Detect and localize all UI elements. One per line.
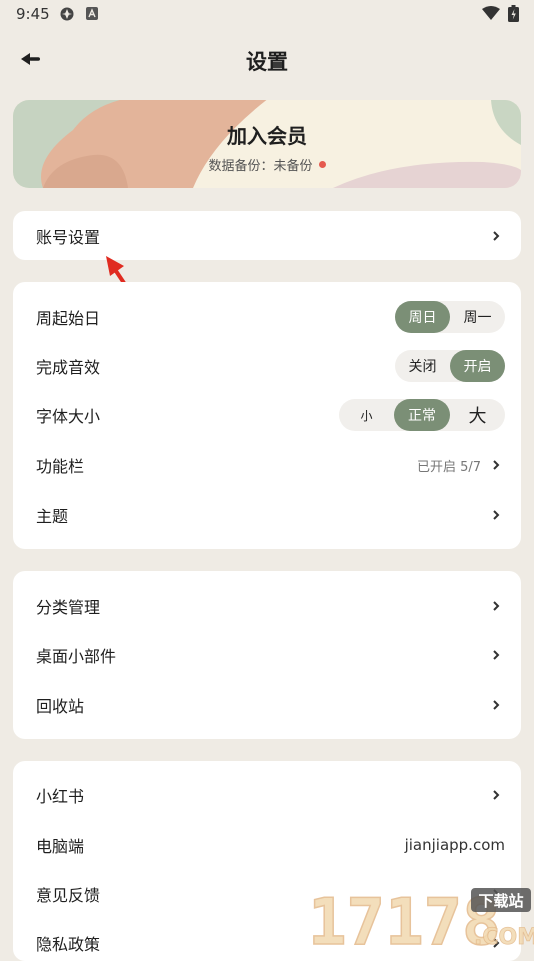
backup-status-text: 数据备份：未备份 (208, 159, 313, 174)
theme-row[interactable]: 主题 (13, 491, 521, 539)
sound-on-option[interactable]: 开启 (450, 350, 505, 382)
watermark-logo: 17178 下载站 .COM (307, 885, 534, 948)
watermark-suffix: .COM (474, 925, 534, 948)
completion-sound-row: 完成音效 关闭 开启 (13, 342, 521, 390)
toolbar-row[interactable]: 功能栏 已开启 5/7 (13, 441, 521, 489)
chevron-right-icon (493, 230, 500, 241)
week-start-sunday-option[interactable]: 周日 (395, 301, 450, 333)
sound-off-option[interactable]: 关闭 (395, 350, 450, 382)
watermark-tag: 下载站 (478, 892, 523, 910)
desktop-client-url: jianjiapp.com (404, 836, 505, 854)
desktop-widget-row[interactable]: 桌面小部件 (13, 631, 521, 679)
status-time: 9:45 (16, 5, 50, 23)
font-normal-option[interactable]: 正常 (394, 399, 450, 431)
week-start-row: 周起始日 周日 周一 (13, 293, 521, 341)
chevron-right-icon (493, 650, 500, 660)
desktop-client-row[interactable]: 电脑端 jianjiapp.com (13, 821, 521, 869)
week-start-toggle: 周日 周一 (395, 301, 505, 333)
recycle-bin-label: 回收站 (36, 697, 85, 716)
toolbar-label: 功能栏 (36, 457, 85, 476)
completion-sound-label: 完成音效 (36, 358, 101, 377)
theme-label: 主题 (36, 507, 69, 526)
feedback-label: 意见反馈 (36, 886, 101, 905)
privacy-policy-label: 隐私政策 (36, 935, 101, 954)
manage-card: 分类管理 桌面小部件 回收站 (13, 571, 521, 739)
account-settings-row[interactable]: 账号设置 (13, 211, 521, 260)
chevron-right-icon (493, 510, 500, 520)
toolbar-status: 已开启 5/7 (416, 459, 481, 475)
battery-icon (508, 5, 519, 22)
unbacked-dot-icon (318, 161, 326, 168)
chevron-right-icon (493, 460, 500, 470)
join-membership-banner[interactable]: 加入会员 数据备份：未备份 (13, 100, 521, 188)
account-card: 账号设置 (13, 211, 521, 260)
account-settings-label: 账号设置 (36, 227, 101, 247)
status-bar: 9:45 (0, 0, 534, 28)
chevron-right-icon (493, 601, 500, 611)
header: 设置 (0, 36, 534, 84)
font-size-row: 字体大小 小 正常 大 (13, 391, 521, 439)
desktop-widget-label: 桌面小部件 (36, 647, 117, 666)
week-start-monday-option[interactable]: 周一 (450, 301, 505, 333)
category-management-row[interactable]: 分类管理 (13, 582, 521, 630)
wifi-icon (482, 6, 500, 20)
font-size-toggle: 小 正常 大 (339, 399, 505, 431)
membership-title: 加入会员 (227, 124, 307, 148)
backup-status: 数据备份：未备份 (13, 155, 521, 174)
week-start-label: 周起始日 (36, 309, 101, 328)
recycle-bin-row[interactable]: 回收站 (13, 681, 521, 729)
category-management-label: 分类管理 (36, 598, 101, 617)
font-small-option[interactable]: 小 (339, 399, 394, 431)
completion-sound-toggle: 关闭 开启 (395, 350, 505, 382)
font-size-label: 字体大小 (36, 407, 101, 426)
font-large-option[interactable]: 大 (450, 399, 505, 431)
xiaohongshu-label: 小红书 (36, 787, 85, 806)
preferences-card: 周起始日 周日 周一 完成音效 关闭 开启 字体大小 小 正常 大 功能栏 已开… (13, 282, 521, 549)
app-notification-icon (60, 7, 74, 21)
desktop-client-label: 电脑端 (36, 837, 85, 856)
page-title: 设置 (246, 50, 288, 74)
xiaohongshu-row[interactable]: 小红书 (13, 771, 521, 819)
chevron-right-icon (493, 790, 500, 800)
chevron-right-icon (493, 700, 500, 710)
a-notification-icon (86, 7, 98, 20)
